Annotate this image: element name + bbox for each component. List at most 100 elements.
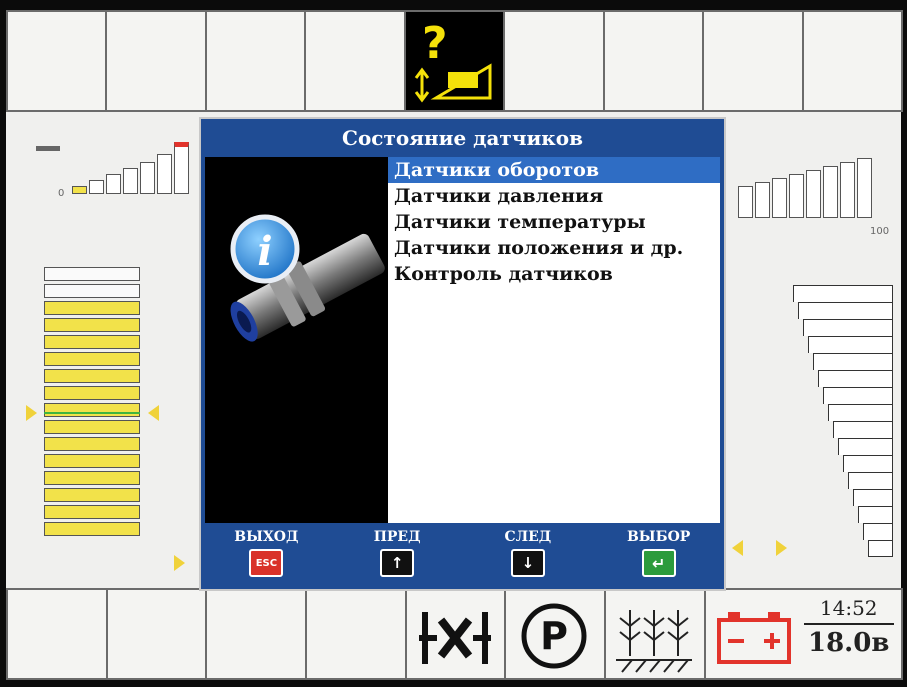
sensor-menu: Датчики оборотов Датчики давления Датчики …	[388, 157, 720, 523]
left-gauge-panel: 0	[6, 112, 196, 588]
level-segment	[44, 505, 140, 519]
left-step-gauge	[72, 142, 189, 194]
svg-text:i: i	[257, 228, 272, 275]
top-cell-4	[304, 10, 406, 112]
select-button[interactable]: ВЫБОР ↵	[614, 523, 704, 577]
prev-button[interactable]: ПРЕД ↑	[352, 523, 442, 577]
sensor-question-icon: ?	[414, 18, 492, 103]
bottom-cell-parking: P	[504, 588, 607, 680]
level-marker-left-icon	[26, 405, 37, 421]
menu-item-2[interactable]: Датчики давления	[388, 183, 720, 209]
bottom-cell-field	[604, 588, 706, 680]
bottom-cell-1	[6, 588, 108, 680]
stack-segment	[828, 404, 893, 421]
next-button[interactable]: СЛЕД ↓	[483, 523, 573, 577]
level-marker-right-icon	[148, 405, 159, 421]
bottom-cell-3	[205, 588, 308, 680]
dialog-title: Состояние датчиков	[342, 126, 583, 150]
step-bar	[89, 180, 104, 194]
proximity-sensor-image: i	[230, 214, 385, 342]
battery-voltage: 18.0в	[808, 628, 890, 658]
left-gauge-min-label: 0	[58, 188, 65, 199]
exit-button[interactable]: ВЫХОД ESC	[221, 523, 311, 577]
step-bar	[72, 186, 87, 194]
step-bar	[755, 182, 770, 218]
bottom-cell-neutral	[404, 588, 507, 680]
step-bar	[823, 166, 838, 218]
bottom-cell-2	[105, 588, 208, 680]
bottom-cell-4	[305, 588, 407, 680]
step-bar	[789, 174, 804, 218]
sensor-image-panel: i	[205, 157, 388, 523]
right-marker-right-icon	[776, 540, 787, 556]
crop-field-icon	[616, 610, 693, 673]
stack-segment	[868, 540, 893, 557]
battery-icon	[716, 612, 791, 664]
right-gauge-max-label: 100	[870, 226, 890, 237]
step-bar	[140, 162, 155, 194]
top-cell-2	[105, 10, 207, 112]
esc-key-icon: ESC	[249, 549, 284, 577]
level-segment	[44, 437, 140, 451]
step-bar	[157, 154, 172, 194]
top-cell-3	[204, 10, 307, 112]
exit-button-label: ВЫХОД	[234, 529, 299, 545]
stack-segment	[803, 319, 893, 336]
menu-item-4[interactable]: Датчики положения и др.	[388, 235, 720, 261]
step-bar	[806, 170, 821, 218]
stack-segment	[863, 523, 893, 540]
step-bar	[738, 186, 753, 218]
stack-segment	[793, 285, 893, 302]
top-cell-sensor-warning: ?	[403, 10, 506, 112]
step-bar	[857, 158, 872, 218]
top-cell-8	[702, 10, 804, 112]
level-segment	[44, 318, 140, 332]
neutral-x-icon	[418, 612, 491, 664]
step-bar	[123, 168, 138, 194]
menu-item-3[interactable]: Датчики температуры	[388, 209, 720, 235]
stack-segment	[818, 370, 893, 387]
level-segment	[44, 352, 140, 366]
right-level-stack	[793, 285, 893, 557]
clock-voltage-readout: 14:52 18.0в	[803, 596, 894, 658]
level-segment	[44, 522, 140, 536]
clock-divider	[803, 623, 894, 625]
level-segment	[44, 369, 140, 383]
level-segment	[44, 284, 140, 298]
level-segment	[44, 471, 140, 485]
stack-segment	[808, 336, 893, 353]
stack-segment	[833, 421, 893, 438]
stack-segment	[853, 489, 893, 506]
top-cell-9	[801, 10, 903, 112]
right-gauge-panel: 100	[726, 112, 901, 588]
step-bar	[840, 162, 855, 218]
level-segment	[44, 386, 140, 400]
clock-time: 14:52	[819, 596, 878, 620]
enter-icon: ↵	[641, 549, 676, 577]
menu-item-1[interactable]: Датчики оборотов	[388, 157, 720, 183]
sensor-status-dialog: Состояние датчиков i Датчики оборотов Да…	[199, 117, 726, 591]
right-marker-left-icon	[732, 540, 743, 556]
stack-segment	[843, 455, 893, 472]
level-segment	[44, 267, 140, 281]
level-segment	[44, 301, 140, 315]
select-button-label: ВЫБОР	[626, 529, 691, 545]
bottom-status-row: P 14:52 18.0в	[6, 588, 904, 680]
step-bar	[106, 174, 121, 194]
menu-item-5[interactable]: Контроль датчиков	[388, 261, 720, 287]
next-button-label: СЛЕД	[504, 529, 552, 545]
stack-segment	[798, 302, 893, 319]
stack-segment	[823, 387, 893, 404]
svg-text:P: P	[540, 614, 568, 658]
left-level-bar	[44, 267, 140, 536]
gauge-pointer	[36, 146, 60, 151]
step-bar	[772, 178, 787, 218]
level-segment	[44, 403, 140, 417]
level-segment	[44, 420, 140, 434]
dialog-footer: ВЫХОД ESC ПРЕД ↑ СЛЕД ↓ ВЫБОР ↵	[201, 523, 724, 589]
level-segment	[44, 488, 140, 502]
arrow-down-icon: ↓	[510, 549, 545, 577]
level-target-line	[44, 412, 140, 414]
step-bar-marker	[174, 142, 189, 194]
level-segment	[44, 454, 140, 468]
